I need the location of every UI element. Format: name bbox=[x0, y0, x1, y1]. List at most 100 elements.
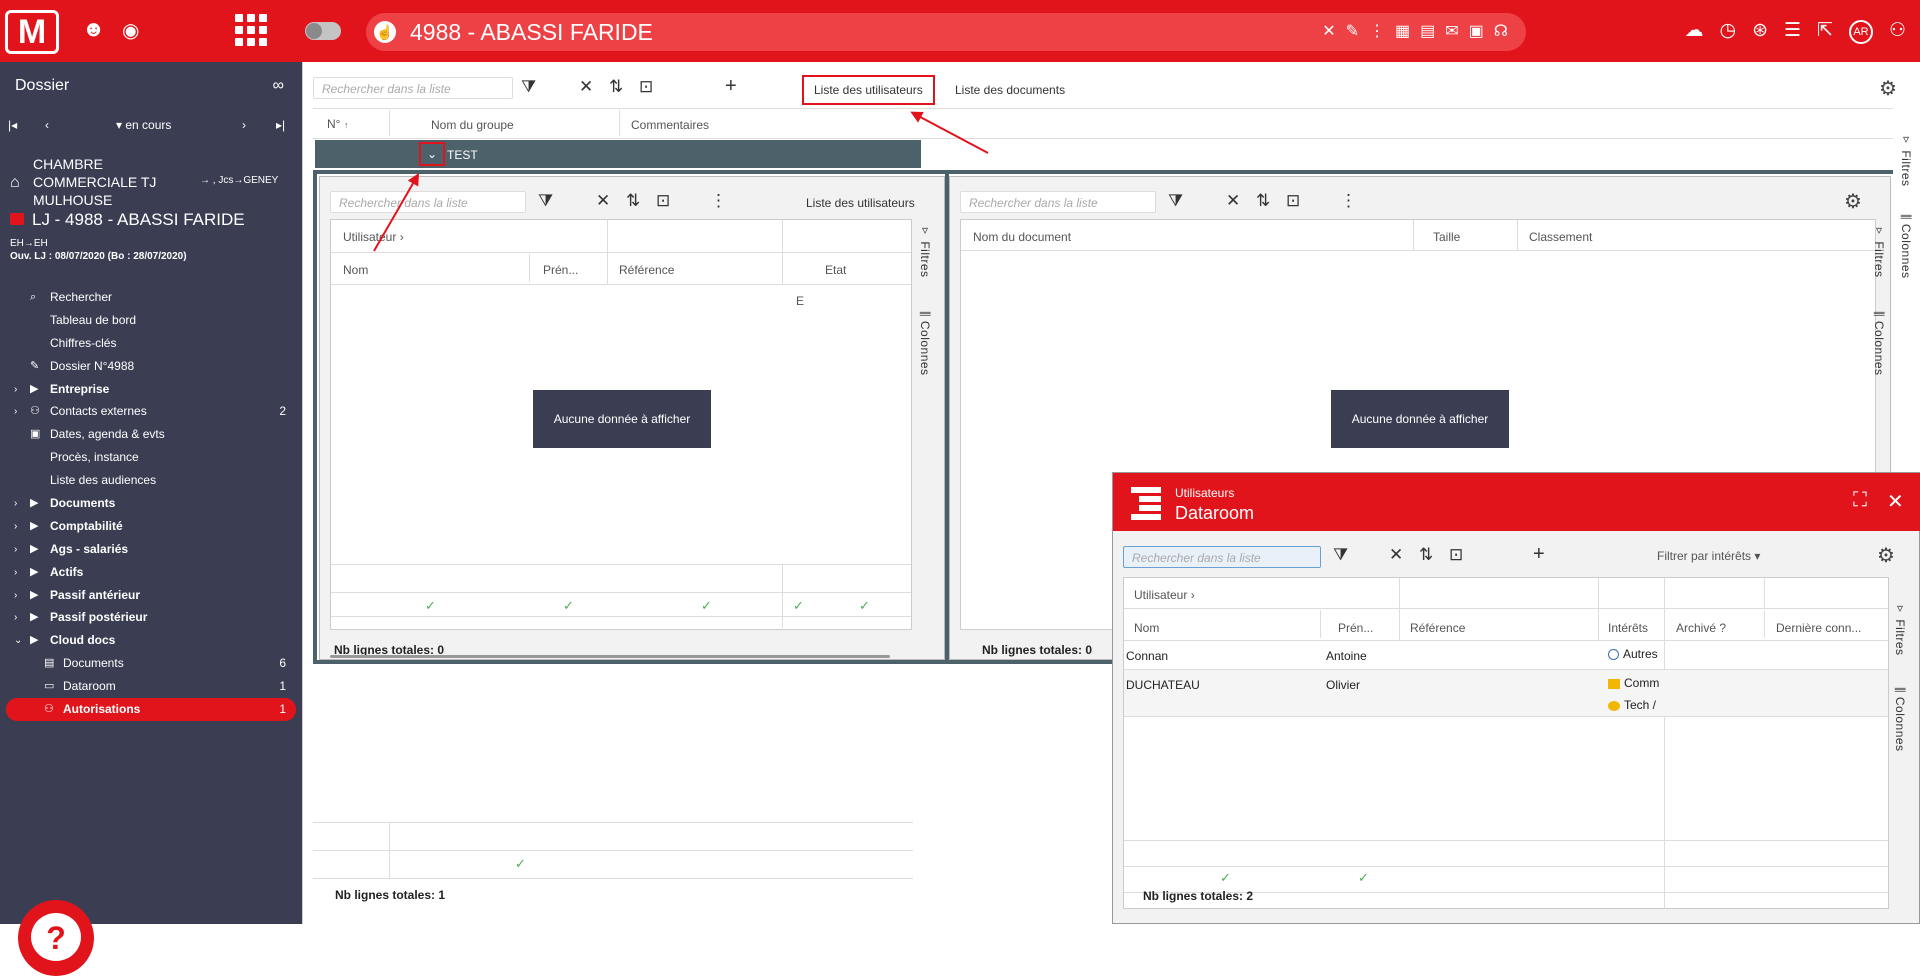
chevron-right-icon[interactable]: › bbox=[14, 492, 17, 515]
sidebar-item[interactable]: ▤ Documents 6 bbox=[0, 652, 302, 675]
column-archived[interactable]: Archivé ? bbox=[1676, 621, 1726, 635]
chevron-right-icon[interactable]: › bbox=[14, 378, 17, 401]
settings-icon[interactable]: ⚙ bbox=[1877, 543, 1895, 568]
last-page-icon[interactable]: ▸| bbox=[276, 118, 285, 132]
mail-icon[interactable]: ✉ bbox=[1445, 23, 1458, 41]
sidebar-item[interactable]: › ▶ Passif antérieur bbox=[0, 584, 302, 607]
previous-icon[interactable]: ‹ bbox=[45, 118, 49, 132]
sidebar-item[interactable]: ▣ Dates, agenda & evts bbox=[0, 423, 302, 446]
sidebar-item[interactable]: Procès, instance bbox=[0, 446, 302, 469]
column-document-name[interactable]: Nom du document bbox=[973, 230, 1071, 244]
app-logo[interactable]: M bbox=[5, 10, 59, 54]
users-search-input[interactable]: Rechercher dans la liste bbox=[330, 191, 526, 213]
table-row[interactable]: DUCHATEAU Olivier Comm Tech / bbox=[1124, 670, 1888, 716]
help-button[interactable]: ? bbox=[18, 900, 94, 976]
sidebar-item[interactable]: ⚇ Autorisations 1 bbox=[6, 698, 296, 721]
sidebar-item[interactable]: ▭ Dataroom 1 bbox=[0, 675, 302, 698]
pencil-icon[interactable]: ✎ bbox=[1346, 23, 1359, 41]
filter-icon[interactable]: ⧩ bbox=[1333, 545, 1348, 565]
apps-grid-icon[interactable] bbox=[235, 14, 267, 46]
close-icon[interactable]: ✕ bbox=[1887, 489, 1904, 514]
clear-icon[interactable]: ✕ bbox=[1226, 191, 1240, 211]
documents-search-input[interactable]: Rechercher dans la liste bbox=[960, 191, 1156, 213]
add-icon[interactable]: + bbox=[1533, 544, 1545, 564]
document-icon[interactable]: ▤ bbox=[1420, 23, 1435, 41]
fingerprint-icon[interactable]: ⊛ bbox=[1752, 20, 1768, 44]
column-reference[interactable]: Référence bbox=[1410, 621, 1465, 635]
column-reference[interactable]: Référence bbox=[619, 263, 674, 277]
playlist-icon[interactable]: ☰ bbox=[1784, 20, 1801, 44]
column-nom[interactable]: Nom bbox=[1134, 621, 1159, 635]
next-icon[interactable]: › bbox=[242, 118, 246, 132]
chevron-right-icon[interactable]: › bbox=[14, 561, 17, 584]
horizontal-scrollbar[interactable] bbox=[330, 655, 890, 658]
dossier-bar[interactable]: ☝ 4988 - ABASSI FARIDE ✕ ✎ ⋮ ▦ ▤ ✉ ▣ ☊ bbox=[366, 13, 1526, 51]
user-add-icon[interactable]: ⚇ bbox=[1889, 20, 1906, 44]
filters-side-tab[interactable]: ▿ Filtres bbox=[1893, 601, 1907, 656]
building-icon[interactable]: ▦ bbox=[1395, 23, 1410, 41]
contacts-icon[interactable]: ☊ bbox=[1494, 23, 1508, 41]
column-comments[interactable]: Commentaires bbox=[631, 118, 709, 132]
column-etat[interactable]: Etat bbox=[825, 263, 846, 277]
chevron-right-icon[interactable]: › bbox=[14, 400, 17, 423]
more-vertical-icon[interactable]: ⋮ bbox=[1369, 23, 1385, 41]
expand-chevron-icon[interactable]: ⌄ bbox=[419, 142, 445, 166]
filters-side-tab[interactable]: ▿ Filtres bbox=[1872, 223, 1886, 278]
chevron-right-icon[interactable]: › bbox=[14, 584, 17, 607]
sort-icon[interactable]: ⇅ bbox=[626, 191, 640, 211]
column-classification[interactable]: Classement bbox=[1529, 230, 1592, 244]
sidebar-item[interactable]: › ⚇ Contacts externes 2 bbox=[0, 400, 302, 423]
tab-users-list[interactable]: Liste des utilisateurs bbox=[802, 75, 935, 105]
filters-side-tab[interactable]: ▿ Filtres bbox=[1899, 132, 1913, 187]
broadcast-icon[interactable]: ◉ bbox=[122, 20, 139, 42]
sidebar-item[interactable]: › ▶ Entreprise bbox=[0, 378, 302, 401]
status-filter-select[interactable]: ▾ en cours bbox=[116, 118, 171, 132]
group-header-user[interactable]: Utilisateur › bbox=[343, 230, 404, 244]
filter-icon[interactable]: ⧩ bbox=[538, 191, 553, 211]
column-nom[interactable]: Nom bbox=[343, 263, 368, 277]
clear-icon[interactable]: ✕ bbox=[1389, 545, 1403, 565]
columns-side-tab[interactable]: ⫼ Colonnes bbox=[1899, 214, 1913, 279]
column-prenom[interactable]: Prén... bbox=[1338, 621, 1373, 635]
filters-side-tab[interactable]: ▿ Filtres bbox=[918, 223, 932, 278]
sort-icon[interactable]: ⇅ bbox=[609, 77, 623, 97]
column-group-name[interactable]: Nom du groupe bbox=[431, 118, 514, 132]
user-avatar-icon[interactable]: ☻ bbox=[82, 18, 105, 40]
timer-icon[interactable]: ◷ bbox=[1719, 20, 1736, 44]
sidebar-item[interactable]: › ▶ Ags - salariés bbox=[0, 538, 302, 561]
mode-toggle[interactable] bbox=[305, 22, 341, 40]
popup-search-input[interactable]: Rechercher dans la liste bbox=[1123, 546, 1321, 568]
hand-pointer-icon[interactable]: ☝ bbox=[374, 21, 396, 43]
group-header-user[interactable]: Utilisateur › bbox=[1134, 588, 1195, 602]
filter-icon[interactable]: ⧩ bbox=[1168, 191, 1183, 211]
select-all-icon[interactable]: ⊡ bbox=[1286, 191, 1300, 211]
column-prenom[interactable]: Prén... bbox=[543, 263, 578, 277]
close-icon[interactable]: ✕ bbox=[1322, 23, 1335, 41]
sidebar-item[interactable]: › ▶ Passif postérieur bbox=[0, 606, 302, 629]
settings-icon[interactable]: ⚙ bbox=[1879, 76, 1897, 101]
select-all-icon[interactable]: ⊡ bbox=[656, 191, 670, 211]
more-vertical-icon[interactable]: ⋮ bbox=[710, 191, 727, 211]
sidebar-item[interactable]: › ▶ Documents bbox=[0, 492, 302, 515]
export-icon[interactable]: ⇱ bbox=[1817, 20, 1833, 44]
columns-side-tab[interactable]: ⫼ Colonnes bbox=[1872, 311, 1886, 376]
sidebar-item[interactable]: Chiffres-clés bbox=[0, 332, 302, 355]
lj-title[interactable]: LJ - 4988 - ABASSI FARIDE bbox=[10, 210, 245, 230]
sidebar-item[interactable]: ⌄ ▶ Cloud docs bbox=[0, 629, 302, 652]
settings-icon[interactable]: ⚙ bbox=[1844, 189, 1862, 214]
sidebar-item[interactable]: ⌕ Rechercher bbox=[0, 286, 302, 309]
maximize-icon[interactable]: ⛶ bbox=[1853, 489, 1867, 512]
chevron-right-icon[interactable]: › bbox=[14, 606, 17, 629]
column-size[interactable]: Taille bbox=[1433, 230, 1460, 244]
sidebar-item[interactable]: Tableau de bord bbox=[0, 309, 302, 332]
clear-icon[interactable]: ✕ bbox=[596, 191, 610, 211]
column-last-connection[interactable]: Dernière conn... bbox=[1776, 621, 1861, 635]
add-icon[interactable]: + bbox=[725, 76, 737, 96]
clear-icon[interactable]: ✕ bbox=[579, 77, 593, 97]
column-num[interactable]: N° ↑ bbox=[327, 117, 348, 131]
sort-icon[interactable]: ⇅ bbox=[1256, 191, 1270, 211]
chevron-right-icon[interactable]: › bbox=[14, 538, 17, 561]
sort-icon[interactable]: ⇅ bbox=[1419, 545, 1433, 565]
columns-side-tab[interactable]: ⫼ Colonnes bbox=[918, 311, 932, 376]
sidebar-item[interactable]: › ▶ Comptabilité bbox=[0, 515, 302, 538]
